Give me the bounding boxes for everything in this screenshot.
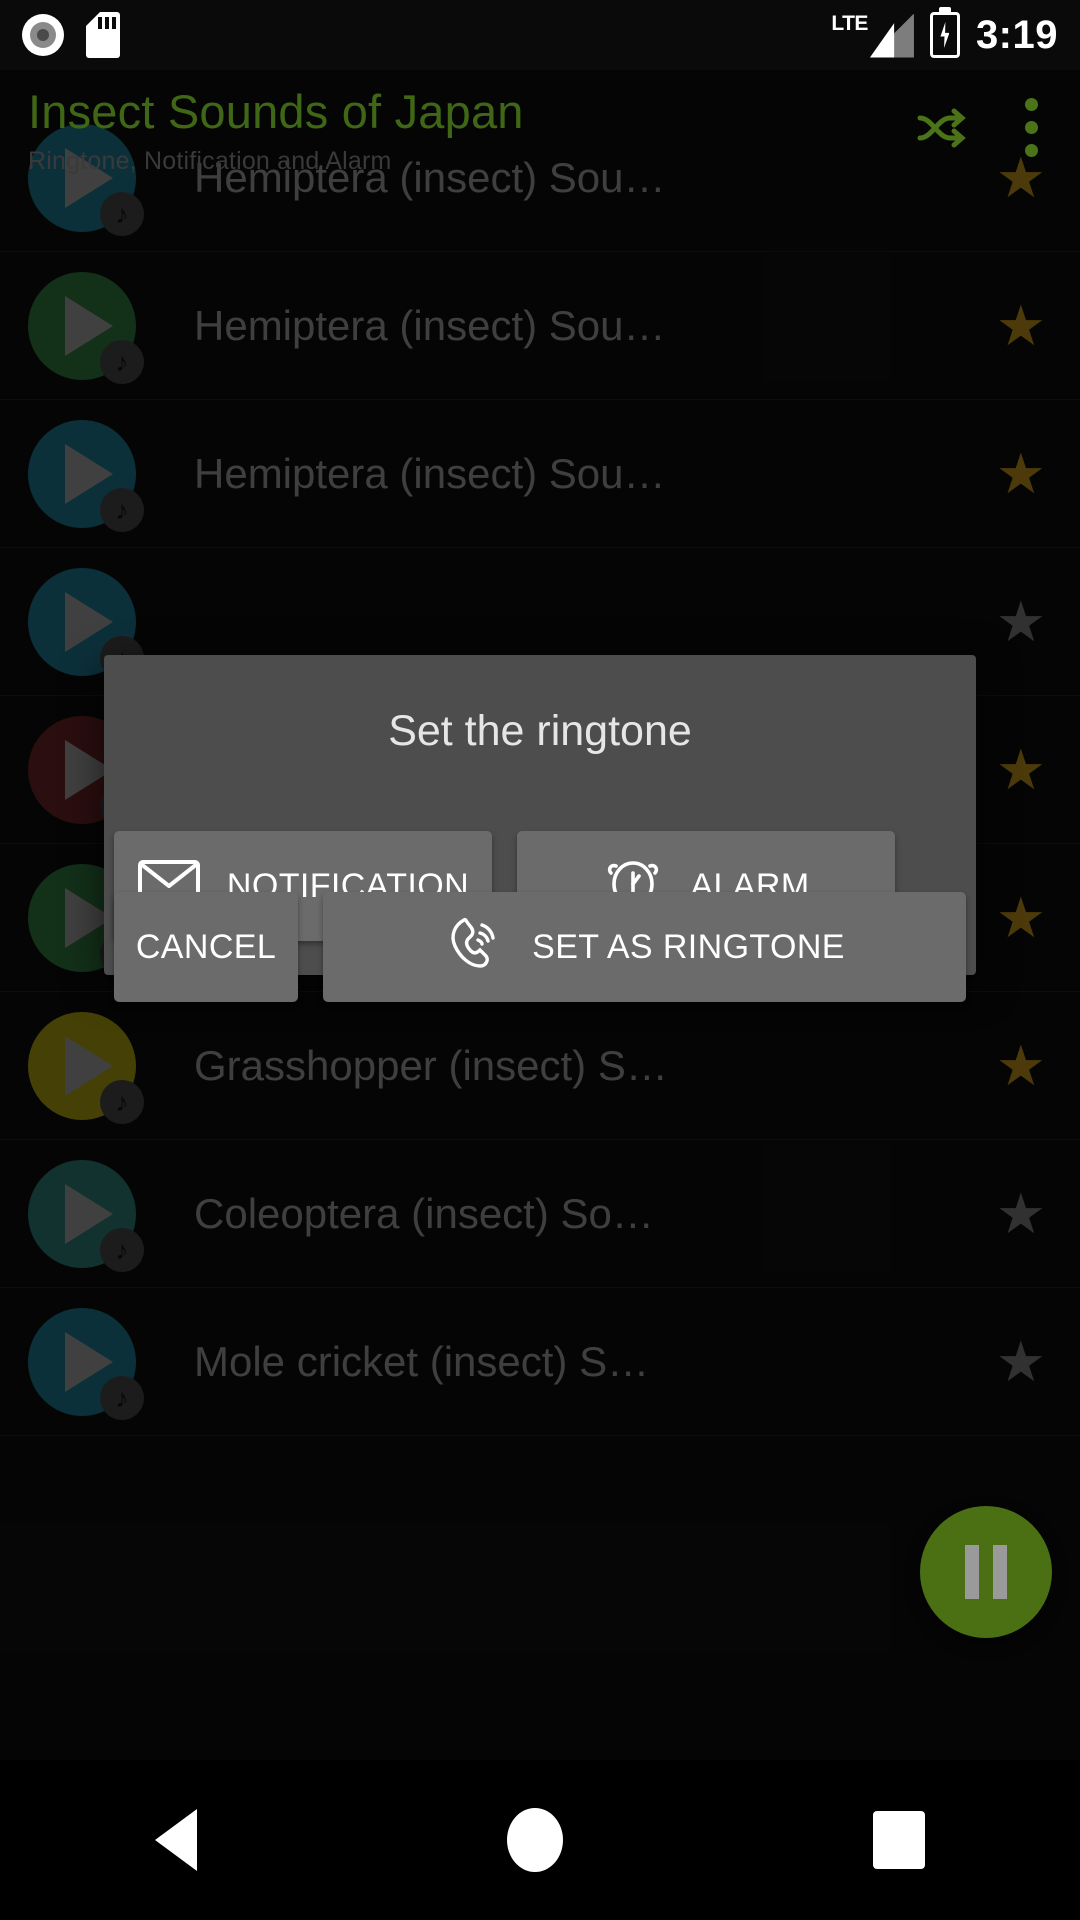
system-navigation-bar bbox=[0, 1760, 1080, 1920]
record-icon bbox=[22, 14, 64, 56]
dialog-button-row-secondary: CANCEL SET AS RINGTONE bbox=[104, 892, 976, 1002]
app-bar-actions bbox=[916, 70, 1052, 157]
set-as-ringtone-button-label: SET AS RINGTONE bbox=[532, 927, 845, 966]
phone-ringing-icon bbox=[444, 912, 506, 983]
battery-charging-icon bbox=[929, 12, 960, 58]
page-title: Insect Sounds of Japan bbox=[28, 85, 524, 138]
lte-label: LTE bbox=[831, 11, 868, 35]
set-ringtone-dialog: Set the ringtone NOTIFICATION ALARM CANC… bbox=[104, 655, 976, 1002]
recents-square-icon[interactable] bbox=[873, 1811, 925, 1869]
cancel-button-label: CANCEL bbox=[135, 927, 277, 966]
app-bar-titles: Insect Sounds of Japan Ringtone, Notific… bbox=[28, 70, 524, 176]
lte-signal-icon: LTE bbox=[831, 13, 914, 58]
status-bar-left bbox=[22, 12, 120, 58]
page-subtitle: Ringtone, Notification and Alarm bbox=[28, 147, 392, 175]
back-triangle-icon[interactable] bbox=[155, 1809, 197, 1871]
status-bar-clock: 3:19 bbox=[975, 12, 1058, 57]
overflow-menu-icon[interactable] bbox=[1024, 98, 1038, 157]
status-bar: LTE 3:19 bbox=[0, 0, 1080, 70]
home-circle-icon[interactable] bbox=[507, 1808, 563, 1872]
status-bar-right: LTE 3:19 bbox=[831, 12, 1058, 58]
app-bar: Insect Sounds of Japan Ringtone, Notific… bbox=[0, 70, 1080, 200]
cancel-button[interactable]: CANCEL bbox=[114, 892, 298, 1002]
set-as-ringtone-button[interactable]: SET AS RINGTONE bbox=[323, 892, 966, 1002]
pause-icon-bar bbox=[993, 1545, 1007, 1599]
pause-icon-bar bbox=[965, 1545, 979, 1599]
sd-card-icon bbox=[86, 12, 120, 58]
dialog-title: Set the ringtone bbox=[388, 707, 692, 755]
phone-screen: LTE 3:19 Insect Sounds of Japan Ringtone… bbox=[0, 0, 1080, 1920]
shuffle-icon[interactable] bbox=[916, 104, 972, 152]
play-pause-fab[interactable] bbox=[920, 1506, 1052, 1638]
